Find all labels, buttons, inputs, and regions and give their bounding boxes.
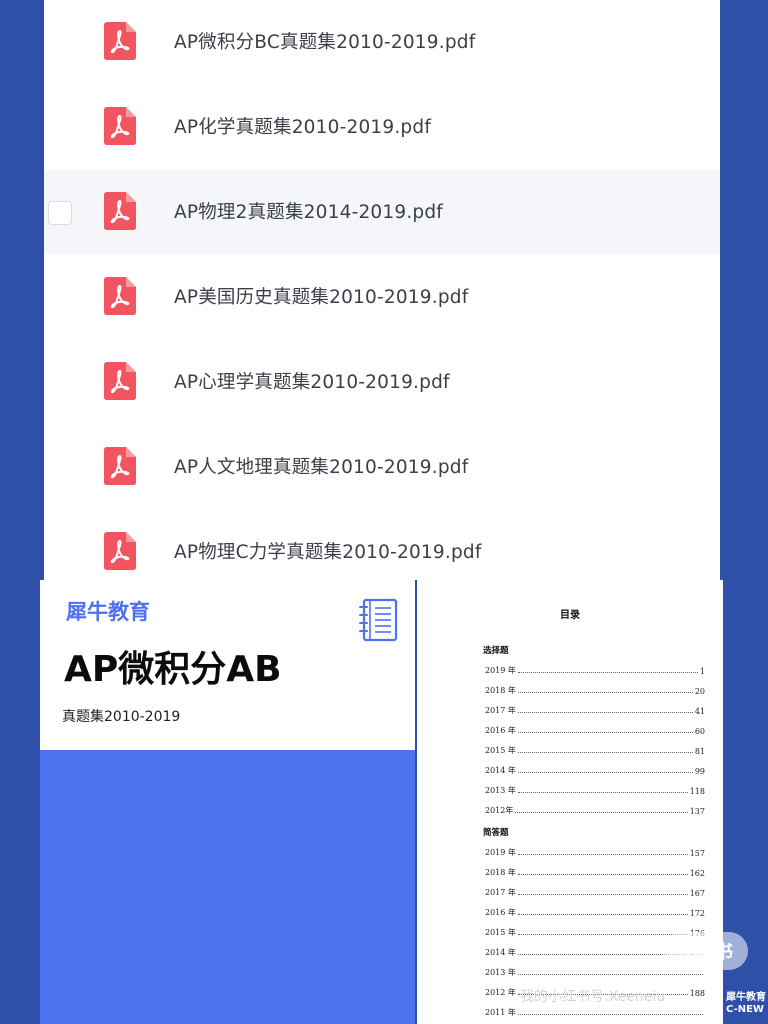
notebook-icon (359, 598, 398, 642)
file-name: AP物理2真题集2014-2019.pdf (174, 202, 443, 223)
pdf-icon (104, 447, 136, 485)
book-cover: 犀牛教育 AP微积分AB 真题集2010-2019 (40, 580, 415, 1024)
toc-entry-label: 2013 年 (485, 786, 516, 795)
toc-entry: 2018 年 20 (485, 684, 705, 696)
toc-entry-page: 188 (689, 989, 705, 998)
toc-leader-dots (517, 692, 693, 693)
toc-leader-dots (517, 934, 688, 935)
toc-leader-dots (517, 914, 688, 915)
toc-entry-label: 2015 年 (485, 928, 516, 937)
toc-entry-page: 167 (689, 889, 705, 898)
toc-entry-label: 2019 年 (485, 848, 516, 857)
toc-entry-page: 1 (699, 667, 705, 676)
toc-section-heading: 选择题 (483, 646, 509, 656)
toc-title: 目录 (560, 610, 580, 621)
file-row[interactable]: AP美国历史真题集2010-2019.pdf (44, 255, 720, 339)
toc-entry: 2019 年 157 (485, 846, 705, 858)
pdf-icon (104, 362, 136, 400)
watermark-badge: 小红书 (664, 932, 748, 970)
toc-entry-label: 2014 年 (485, 948, 516, 957)
pdf-icon (104, 192, 136, 230)
toc-entry-label: 2017 年 (485, 706, 516, 715)
toc-entry-page: 137 (689, 807, 705, 816)
toc-entry-page: 60 (694, 727, 705, 736)
toc-leader-dots (517, 752, 693, 753)
file-name: AP物理C力学真题集2010-2019.pdf (174, 542, 482, 563)
cover-header: 犀牛教育 AP微积分AB 真题集2010-2019 (40, 580, 415, 750)
toc-entry-page: 99 (694, 767, 705, 776)
toc-leader-dots (517, 894, 688, 895)
toc-entry: 2013 年 (485, 966, 705, 978)
toc-entry-page: 172 (689, 909, 705, 918)
cover-title: AP微积分AB (64, 649, 282, 690)
toc-entry: 2016 年 60 (485, 724, 705, 736)
pdf-icon (104, 107, 136, 145)
toc-entry-page: 118 (689, 787, 705, 796)
toc-entry-label: 2018 年 (485, 868, 516, 877)
toc-entry: 2017 年 167 (485, 886, 705, 898)
toc-entry: 2015 年 81 (485, 744, 705, 756)
toc-entry: 2013 年 118 (485, 784, 705, 796)
watermark-corner-line2: C-NEW (726, 1004, 764, 1015)
toc-entry-label: 2016 年 (485, 908, 516, 917)
toc-entry-label: 2017 年 (485, 888, 516, 897)
toc-entry: 2012年 137 (485, 804, 705, 816)
file-name: AP微积分BC真题集2010-2019.pdf (174, 32, 476, 53)
toc-entry-page: 157 (689, 849, 705, 858)
toc-leader-dots (515, 812, 688, 813)
row-checkbox[interactable] (48, 201, 72, 225)
toc-entry-label: 2016 年 (485, 726, 516, 735)
file-row[interactable]: AP微积分BC真题集2010-2019.pdf (44, 0, 720, 84)
toc-leader-dots (517, 854, 688, 855)
toc-entry-label: 2012 年 (485, 988, 516, 997)
file-row[interactable]: AP心理学真题集2010-2019.pdf (44, 340, 720, 424)
watermark-id: 我的小红书号:Xeeneiu (520, 989, 666, 1005)
watermark-corner: 犀牛教育 C-NEW (726, 992, 766, 1016)
toc-entry: 2018 年 162 (485, 866, 705, 878)
pdf-icon (104, 22, 136, 60)
file-name: AP化学真题集2010-2019.pdf (174, 117, 432, 138)
file-row[interactable]: AP人文地理真题集2010-2019.pdf (44, 425, 720, 509)
brand-name: 犀牛教育 (66, 600, 150, 624)
file-row[interactable]: AP化学真题集2010-2019.pdf (44, 85, 720, 169)
file-name: AP美国历史真题集2010-2019.pdf (174, 287, 469, 308)
toc-entry-label: 2011 年 (485, 1008, 516, 1017)
toc-leader-dots (517, 974, 703, 975)
toc-entry: 2019 年 1 (485, 664, 705, 676)
toc-leader-dots (517, 672, 698, 673)
toc-entry: 2016 年 172 (485, 906, 705, 918)
toc-entry-label: 2019 年 (485, 666, 516, 675)
toc-entry-label: 2013 年 (485, 968, 516, 977)
pdf-icon (104, 277, 136, 315)
toc-leader-dots (517, 772, 693, 773)
file-row[interactable]: AP物理2真题集2014-2019.pdf (44, 170, 720, 254)
toc-leader-dots (517, 874, 688, 875)
toc-entry-label: 2018 年 (485, 686, 516, 695)
toc-entry: 2011 年 (485, 1006, 705, 1018)
toc-entry-page: 162 (689, 869, 705, 878)
file-list: AP微积分BC真题集2010-2019.pdf AP化学真题集2010-2019.… (44, 0, 720, 580)
toc-leader-dots (517, 712, 693, 713)
toc-entry-page: 81 (694, 747, 705, 756)
toc-entry: 2014 年 99 (485, 764, 705, 776)
pdf-icon (104, 532, 136, 570)
toc-leader-dots (517, 792, 688, 793)
toc-leader-dots (517, 732, 693, 733)
watermark-corner-line1: 犀牛教育 (726, 992, 766, 1003)
toc-entry: 2017 年 41 (485, 704, 705, 716)
toc-leader-dots (517, 1014, 703, 1015)
toc-entry-label: 2012年 (485, 806, 514, 815)
file-name: AP人文地理真题集2010-2019.pdf (174, 457, 469, 478)
toc-section-heading: 简答题 (483, 828, 509, 838)
cover-subtitle: 真题集2010-2019 (62, 709, 181, 725)
toc-entry-page: 41 (694, 707, 705, 716)
file-name: AP心理学真题集2010-2019.pdf (174, 372, 450, 393)
toc-entry-label: 2015 年 (485, 746, 516, 755)
toc-entry-page: 20 (694, 687, 705, 696)
toc-entry-label: 2014 年 (485, 766, 516, 775)
